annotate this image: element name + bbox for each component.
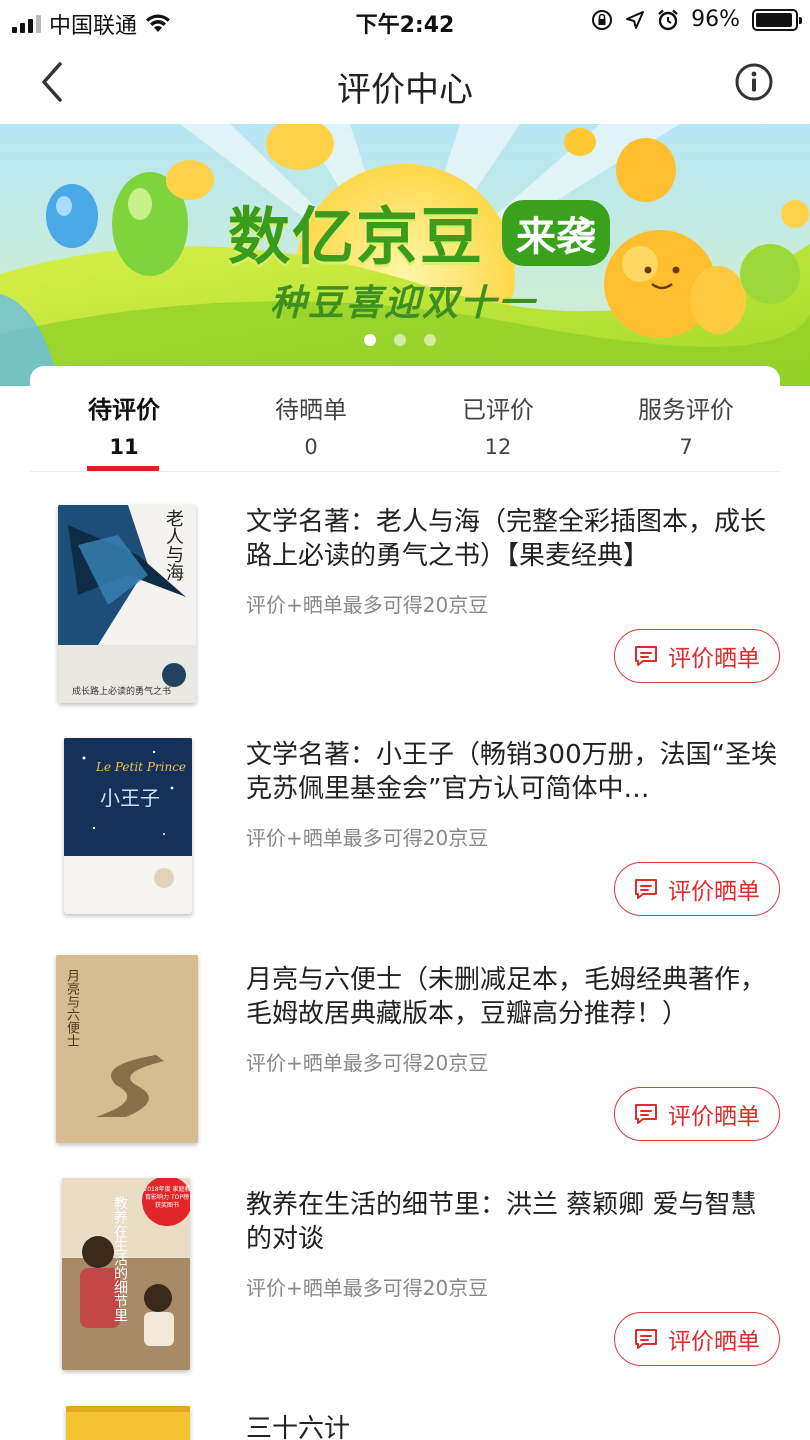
info-button[interactable] [734,62,774,102]
nav-bar: 评价中心 [0,44,810,124]
review-share-button[interactable]: 评价晒单 [614,629,780,683]
status-right: 96% [591,7,802,32]
award-badge: 2018年度 家庭教育影响力 TOP榜 获奖图书 [142,1178,190,1226]
banner-title: 数亿京豆 [228,200,485,273]
list-item[interactable]: 月亮与六便士 月亮与六便士（未删减足本，毛姆经典著作，毛姆故居典藏版本，豆瓣高分… [0,955,810,1188]
banner-subtitle: 种豆喜迎双十一 [270,283,537,324]
tab-service-review[interactable]: 服务评价 7 [592,390,780,459]
tab-pending-review[interactable]: 待评价 11 [30,390,218,459]
reward-note: 评价+晒单最多可得20京豆 [246,826,489,850]
comment-icon [635,879,657,899]
active-tab-indicator [87,466,159,471]
cover-tagline: 成长路上必读的勇气之书 [72,687,172,697]
review-tabs: 待评价 11 待晒单 0 已评价 12 服务评价 7 [30,366,780,472]
tab-count: 7 [679,435,693,459]
battery-icon [752,8,802,31]
promo-banner[interactable]: 数亿京豆 来袭 种豆喜迎双十一 [0,124,810,386]
book-cover[interactable]: 老人与海 成长路上必读的勇气之书 [58,505,196,703]
button-label: 评价晒单 [668,1104,760,1130]
tab-count: 11 [109,435,139,459]
reward-note: 评价+晒单最多可得20京豆 [246,593,489,617]
product-title[interactable]: 教养在生活的细节里：洪兰 蔡颖卿 爱与智慧的对谈 [246,1188,780,1256]
carousel-dot[interactable] [424,334,436,346]
page-title: 评价中心 [337,70,473,110]
review-share-button[interactable]: 评价晒单 [614,862,780,916]
reward-note: 评价+晒单最多可得20京豆 [246,1051,489,1075]
carousel-dot[interactable] [394,334,406,346]
comment-icon [635,1329,657,1349]
tab-count: 0 [304,435,318,459]
review-share-button[interactable]: 评价晒单 [614,1312,780,1366]
book-cover[interactable]: Le Petit Prince 小王子 [64,738,192,914]
list-item[interactable]: 三十六计 [0,1406,810,1440]
product-title[interactable]: 三十六计 [246,1412,780,1440]
carousel-dots [364,334,436,346]
cover-title: 小王子 [100,786,160,810]
list-item[interactable]: 老人与海 成长路上必读的勇气之书 文学名著：老人与海（完整全彩插图本，成长路上必… [0,505,810,730]
book-cover[interactable]: 教养在生活的细节里 2018年度 家庭教育影响力 TOP榜 获奖图书 [62,1178,190,1370]
tab-label: 已评价 [462,396,534,424]
product-title[interactable]: 文学名著：老人与海（完整全彩插图本，成长路上必读的勇气之书）【果麦经典】 [246,505,780,573]
banner-tag: 来袭 [502,200,610,266]
comment-icon [635,1104,657,1124]
rotation-lock-icon [592,9,613,30]
location-icon [626,10,645,29]
tab-label: 待晒单 [275,396,347,424]
tab-reviewed[interactable]: 已评价 12 [404,390,592,459]
tab-pending-share[interactable]: 待晒单 0 [217,390,405,459]
button-label: 评价晒单 [668,1329,760,1355]
tab-label: 待评价 [88,396,160,424]
battery-percent: 96% [691,7,740,32]
product-title[interactable]: 月亮与六便士（未删减足本，毛姆经典著作，毛姆故居典藏版本，豆瓣高分推荐！） [246,963,780,1031]
carousel-dot[interactable] [364,334,376,346]
reward-note: 评价+晒单最多可得20京豆 [246,1276,489,1300]
cover-title: 月亮与六便士 [64,969,79,1047]
cover-art [66,1406,190,1440]
status-bar: 中国联通 下午2:42 96% [0,0,810,44]
cover-title: 教养在生活的细节里 [112,1196,128,1322]
book-cover[interactable] [66,1406,190,1440]
tab-label: 服务评价 [638,396,734,424]
review-share-button[interactable]: 评价晒单 [614,1087,780,1141]
alarm-icon [658,9,678,30]
button-label: 评价晒单 [668,879,760,905]
list-item[interactable]: 教养在生活的细节里 2018年度 家庭教育影响力 TOP榜 获奖图书 教养在生活… [0,1178,810,1413]
book-cover[interactable]: 月亮与六便士 [56,955,198,1143]
cover-title: 老人与海 [163,509,184,581]
button-label: 评价晒单 [668,646,760,672]
comment-icon [635,646,657,666]
list-item[interactable]: Le Petit Prince 小王子 文学名著：小王子（畅销300万册，法国“… [0,738,810,963]
product-title[interactable]: 文学名著：小王子（畅销300万册，法国“圣埃克苏佩里基金会”官方认可简体中… [246,738,780,806]
battery-fill [756,12,793,27]
info-icon [735,63,773,101]
cover-script-title: Le Petit Prince [96,760,187,774]
tab-count: 12 [484,435,512,459]
